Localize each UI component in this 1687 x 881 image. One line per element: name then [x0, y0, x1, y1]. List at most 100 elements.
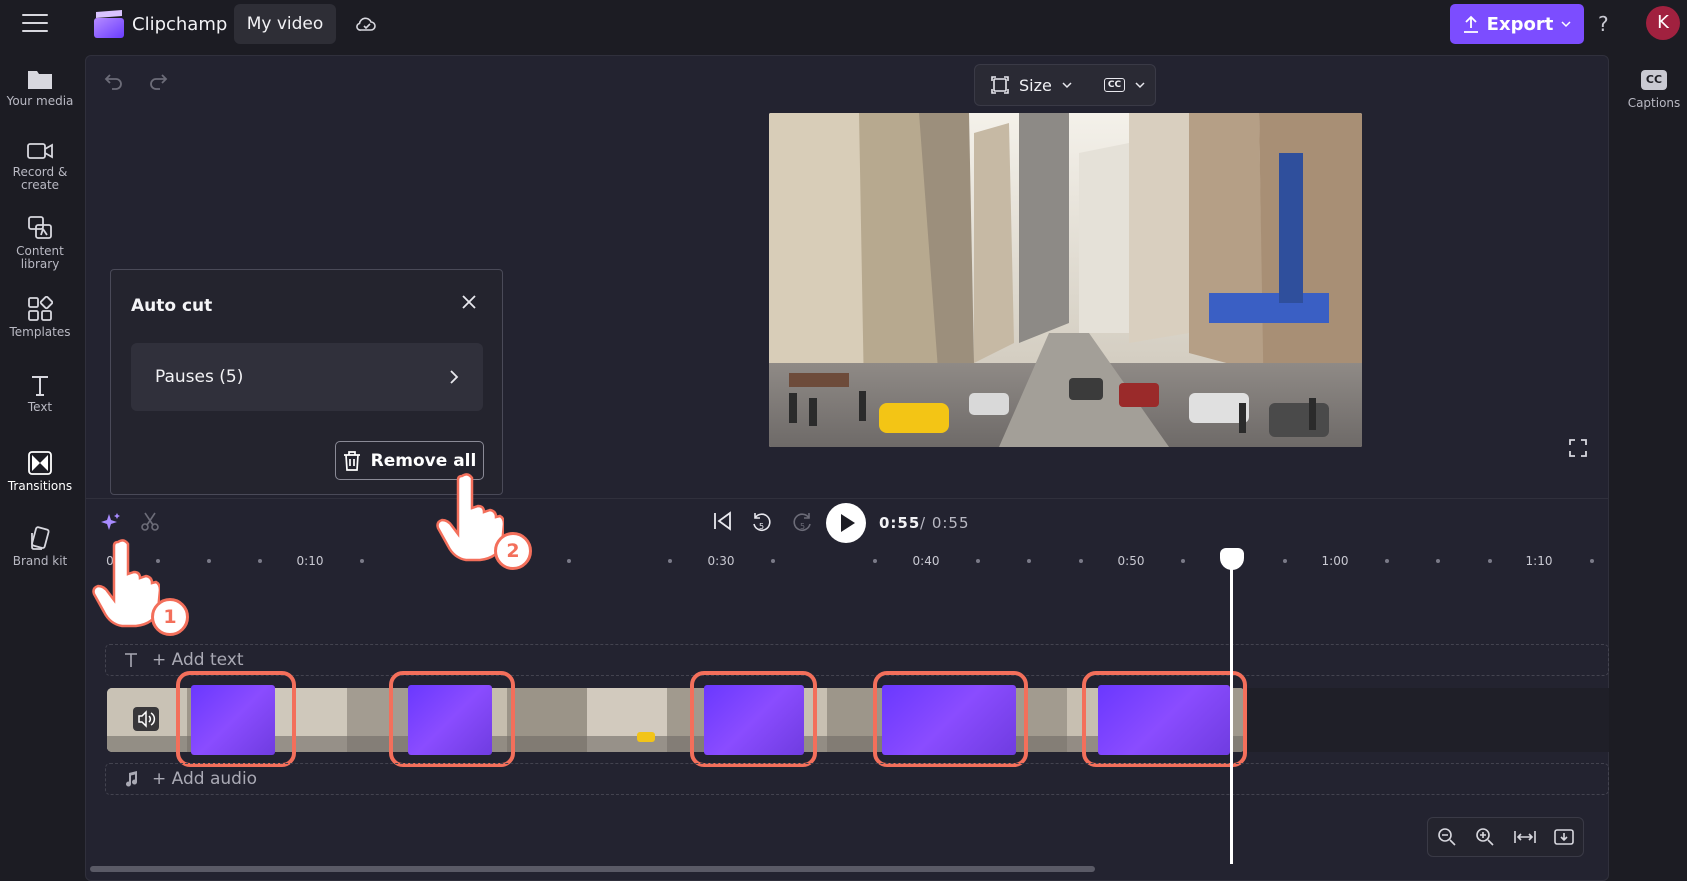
forward-5-icon[interactable]: 5: [790, 510, 814, 534]
audio-track[interactable]: + Add audio: [105, 763, 1609, 795]
ruler-tick: [360, 559, 364, 563]
app-title: Clipchamp: [132, 14, 228, 35]
auto-cut-title: Auto cut: [131, 296, 213, 316]
ruler-tick: [1385, 559, 1389, 563]
close-icon[interactable]: [461, 294, 477, 310]
sidebar-item-transitions[interactable]: Transitions: [0, 450, 80, 493]
ruler-tick: [668, 559, 672, 563]
ruler-tick: [873, 559, 877, 563]
zoom-in-icon[interactable]: [1475, 827, 1495, 847]
fullscreen-icon[interactable]: [1568, 438, 1588, 458]
top-bar: Clipchamp My video Export ? K: [0, 0, 1687, 50]
export-button[interactable]: Export: [1450, 4, 1584, 44]
help-icon[interactable]: ?: [1598, 12, 1609, 36]
ruler-tick: [976, 559, 980, 563]
ruler-label: 1:00: [1321, 554, 1349, 568]
sidebar-item-label: Your media: [6, 94, 74, 108]
pauses-option[interactable]: Pauses (5): [131, 343, 483, 411]
undo-icon[interactable]: [104, 72, 124, 90]
ruler-tick: [1027, 559, 1031, 563]
timeline-scrollbar[interactable]: [90, 866, 1095, 872]
fit-to-screen-icon[interactable]: [1513, 829, 1536, 845]
resize-icon: [991, 76, 1009, 94]
caption-toggle-icon[interactable]: CC: [1103, 78, 1126, 92]
pause-highlight-outline: [690, 671, 817, 767]
sidebar-item-record-create[interactable]: Record & create: [0, 140, 80, 192]
zoom-out-icon[interactable]: [1437, 827, 1457, 847]
timeline-height-icon[interactable]: [1554, 828, 1574, 846]
pause-highlight-outline: [389, 671, 515, 767]
ruler-label: 0:10: [296, 554, 324, 568]
avatar[interactable]: K: [1646, 6, 1680, 40]
camera-icon: [27, 143, 53, 159]
chevron-down-icon: [1062, 82, 1072, 89]
timeline-divider: [86, 498, 1608, 499]
closed-captions-icon: CC: [1641, 70, 1667, 90]
step-badge-2: 2: [494, 532, 532, 570]
chevron-right-icon: [450, 370, 459, 384]
sidebar-item-label: Brand kit: [12, 554, 68, 568]
ruler-label: 0:40: [912, 554, 940, 568]
sidebar-item-content-library[interactable]: Content library: [0, 215, 80, 271]
captions-panel-button[interactable]: CC Captions: [1620, 70, 1687, 110]
step-badge-1: 1: [151, 598, 189, 636]
trash-icon: [343, 450, 360, 471]
ruler-label: 1:10: [1525, 554, 1553, 568]
sidebar-item-templates[interactable]: Templates: [0, 296, 80, 339]
video-preview[interactable]: [769, 113, 1362, 447]
volume-icon[interactable]: [133, 707, 159, 731]
chevron-down-icon: [1135, 82, 1145, 89]
play-button[interactable]: [826, 503, 866, 543]
add-text-button[interactable]: + Add text: [152, 650, 244, 670]
rewind-5-icon[interactable]: 5: [750, 510, 774, 534]
library-icon: [28, 216, 52, 239]
ruler-tick: [1488, 559, 1492, 563]
ruler-tick: [1181, 559, 1185, 563]
sidebar-item-label: Content library: [16, 244, 64, 271]
ruler-tick: [1079, 559, 1083, 563]
music-note-icon: [126, 771, 138, 787]
text-track-icon: [125, 653, 137, 667]
cloud-sync-icon[interactable]: [354, 12, 378, 36]
clipchamp-logo: [94, 10, 124, 38]
captions-label: Captions: [1627, 96, 1681, 110]
playhead[interactable]: [1230, 562, 1233, 864]
current-time: 0:55: [879, 514, 921, 532]
pause-highlight-outline: [873, 671, 1028, 767]
redo-icon[interactable]: [148, 72, 168, 90]
skip-to-start-icon[interactable]: [712, 510, 734, 532]
ruler-tick: [258, 559, 262, 563]
svg-text:5: 5: [759, 522, 764, 531]
sidebar-item-label: Record & create: [12, 165, 68, 192]
city-street-frame: [769, 113, 1362, 447]
play-icon: [841, 514, 855, 532]
sidebar-item-your-media[interactable]: Your media: [0, 67, 80, 108]
text-track[interactable]: + Add text: [105, 644, 1609, 676]
sidebar-item-text[interactable]: Text: [0, 373, 80, 414]
scissors-icon[interactable]: [140, 512, 160, 532]
size-button[interactable]: Size: [1019, 76, 1052, 95]
pauses-label: Pauses (5): [155, 367, 244, 387]
chevron-down-icon: [1561, 21, 1571, 28]
ruler-tick: [567, 559, 571, 563]
svg-text:5: 5: [800, 522, 805, 531]
auto-cut-panel: Auto cut Pauses (5) Remove all: [110, 269, 503, 495]
ruler-tick: [1590, 559, 1594, 563]
pause-highlight-outline: [1082, 671, 1247, 767]
hamburger-menu-icon[interactable]: [22, 14, 48, 34]
ruler-label: 0:50: [1117, 554, 1145, 568]
sidebar-item-label: Transitions: [7, 479, 73, 493]
sidebar-item-label: Text: [27, 400, 53, 414]
remove-all-label: Remove all: [370, 450, 477, 471]
sparkle-icon[interactable]: [101, 512, 121, 532]
video-name-field[interactable]: My video: [234, 4, 336, 44]
ruler-tick: [207, 559, 211, 563]
brand-kit-icon: [31, 526, 50, 550]
sidebar-item-label: Templates: [9, 325, 71, 339]
folder-icon: [28, 71, 52, 89]
ruler-label: 0:30: [707, 554, 735, 568]
add-audio-button[interactable]: + Add audio: [152, 769, 257, 789]
sidebar-item-brand-kit[interactable]: Brand kit: [0, 525, 80, 568]
ruler-tick: [1283, 559, 1287, 563]
pointer-hand-icon: [92, 539, 160, 628]
